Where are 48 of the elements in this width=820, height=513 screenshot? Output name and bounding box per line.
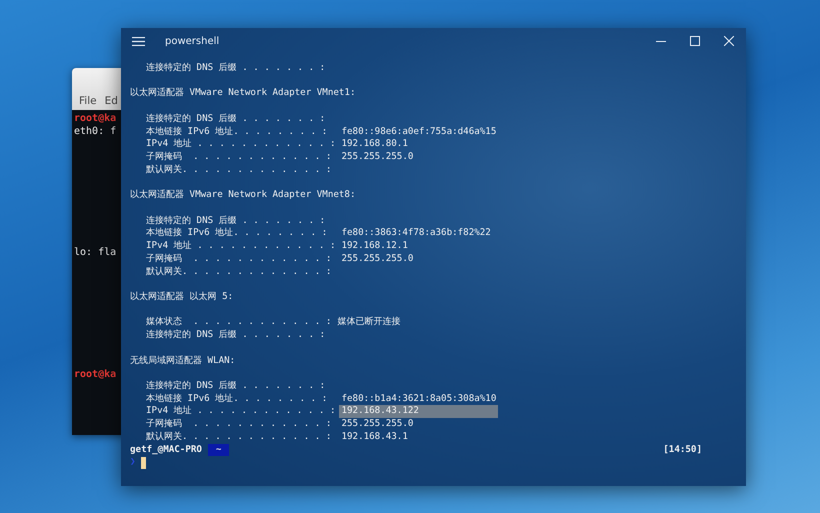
property-value: 媒体已断开连接 (336, 316, 402, 330)
property-value: 192.168.80.1 (340, 138, 409, 152)
property-label: 媒体状态 . . . . . . . . . . . . : (146, 316, 332, 330)
property-label: IPv4 地址 . . . . . . . . . . . . : (146, 405, 336, 418)
adapter-heading: 以太网适配器 VMware Network Adapter VMnet8: (130, 189, 356, 202)
property-value: 255.255.255.0 (340, 151, 414, 164)
property-value: fe80::3863:4f78:a36b:f82%22 (340, 227, 492, 240)
property-value: 255.255.255.0 (340, 252, 414, 266)
property-label: 默认网关. . . . . . . . . . . . . : (146, 266, 332, 278)
window-title: powershell (165, 36, 220, 46)
clock-time: [14:50] (663, 444, 702, 456)
property-label: 子网掩码 . . . . . . . . . . . . : (146, 252, 332, 266)
property-label: 本地链接 IPv6 地址. . . . . . . . : (146, 392, 328, 406)
property-label: 默认网关. . . . . . . . . . . . . : (146, 430, 332, 444)
property-value: 192.168.12.1 (340, 240, 409, 253)
property-value: 192.168.43.1 (340, 430, 409, 444)
terminal-output-line: lo: fla (74, 247, 116, 260)
property-label: IPv4 地址 . . . . . . . . . . . . : (146, 240, 336, 253)
property-label: 子网掩码 . . . . . . . . . . . . : (146, 418, 332, 431)
menu-item[interactable]: File (79, 95, 97, 107)
property-label: 连接特定的 DNS 后缀 . . . . . . . : (146, 62, 326, 75)
property-value: fe80::b1a4:3621:8a05:308a%10 (340, 392, 498, 406)
adapter-heading: 以太网适配器 VMware Network Adapter VMnet1: (130, 87, 356, 100)
shell-prompt: root@ka (74, 369, 116, 382)
maximize-icon[interactable] (690, 36, 700, 46)
shell-prompt: root@ka (74, 113, 116, 126)
property-label: 子网掩码 . . . . . . . . . . . . : (146, 151, 332, 164)
close-icon[interactable] (724, 36, 734, 46)
path-badge: ~ (208, 444, 230, 456)
adapter-heading: 以太网适配器 以太网 5: (130, 290, 234, 304)
menu-item[interactable]: Ed (104, 95, 118, 107)
property-label: 本地链接 IPv6 地址. . . . . . . . : (146, 227, 328, 240)
property-label: IPv4 地址 . . . . . . . . . . . . : (146, 138, 336, 152)
menu-icon[interactable] (132, 36, 145, 46)
user-host: getf_@MAC-PRO (130, 444, 202, 456)
property-label: 连接特定的 DNS 后缀 . . . . . . . : (146, 380, 326, 393)
property-label: 连接特定的 DNS 后缀 . . . . . . . : (146, 329, 326, 342)
property-label: 本地链接 IPv6 地址. . . . . . . . : (146, 126, 328, 138)
property-label: 连接特定的 DNS 后缀 . . . . . . . : (146, 214, 326, 228)
terminal-output-line: eth0: f (74, 126, 116, 139)
text-cursor (141, 456, 146, 469)
adapter-heading: 无线局域网适配器 WLAN: (130, 354, 236, 368)
property-value: fe80::98e6:a0ef:755a:d46a%15 (340, 126, 498, 138)
property-label: 连接特定的 DNS 后缀 . . . . . . . : (146, 112, 326, 126)
prompt-chevron: ❯ (130, 456, 136, 470)
property-value: 255.255.255.0 (340, 418, 414, 431)
property-value: 192.168.43.122 (339, 405, 498, 418)
property-label: 默认网关. . . . . . . . . . . . . : (146, 164, 332, 176)
